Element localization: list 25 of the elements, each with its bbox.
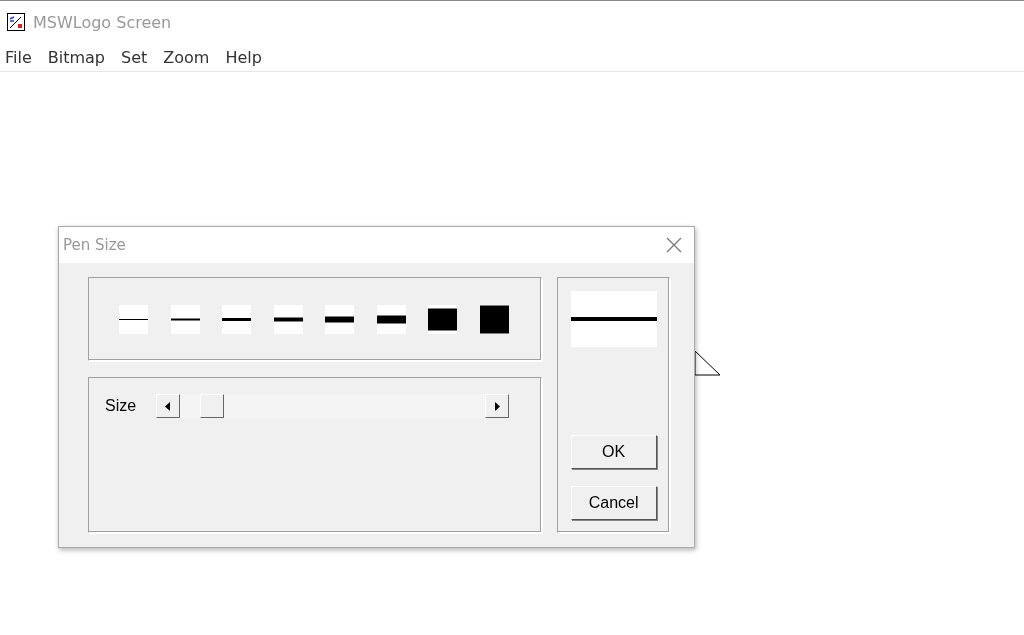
ok-button[interactable]: OK xyxy=(570,435,657,469)
scroll-right-button[interactable] xyxy=(485,394,510,418)
scroll-left-button[interactable] xyxy=(156,394,181,418)
left-arrow-icon xyxy=(165,401,172,411)
pen-width-swatch[interactable] xyxy=(170,304,200,334)
pen-width-swatch[interactable] xyxy=(325,304,354,334)
pen-width-swatch[interactable] xyxy=(376,304,406,334)
cancel-button[interactable]: Cancel xyxy=(570,486,657,520)
size-label: Size xyxy=(105,397,137,415)
menu-item[interactable]: Bitmap xyxy=(46,47,114,67)
pen-width-swatch[interactable] xyxy=(428,304,457,334)
menu-item[interactable]: File xyxy=(4,47,40,67)
pen-width-swatch[interactable] xyxy=(222,304,251,334)
window-title: MSWLogo Screen xyxy=(33,12,172,32)
dialog-title: Pen Size xyxy=(63,236,126,254)
pen-width-swatch[interactable] xyxy=(273,304,303,334)
right-arrow-icon xyxy=(494,401,501,411)
pen-width-swatch[interactable] xyxy=(479,304,509,334)
pen-width-swatch[interactable] xyxy=(119,304,148,334)
menu-item[interactable]: Set xyxy=(120,47,156,67)
menu-item[interactable]: Help xyxy=(224,47,270,67)
menu-item[interactable]: Zoom xyxy=(162,47,218,67)
turtle-icon xyxy=(694,350,722,376)
close-icon[interactable] xyxy=(666,237,682,253)
app-icon xyxy=(7,13,25,31)
